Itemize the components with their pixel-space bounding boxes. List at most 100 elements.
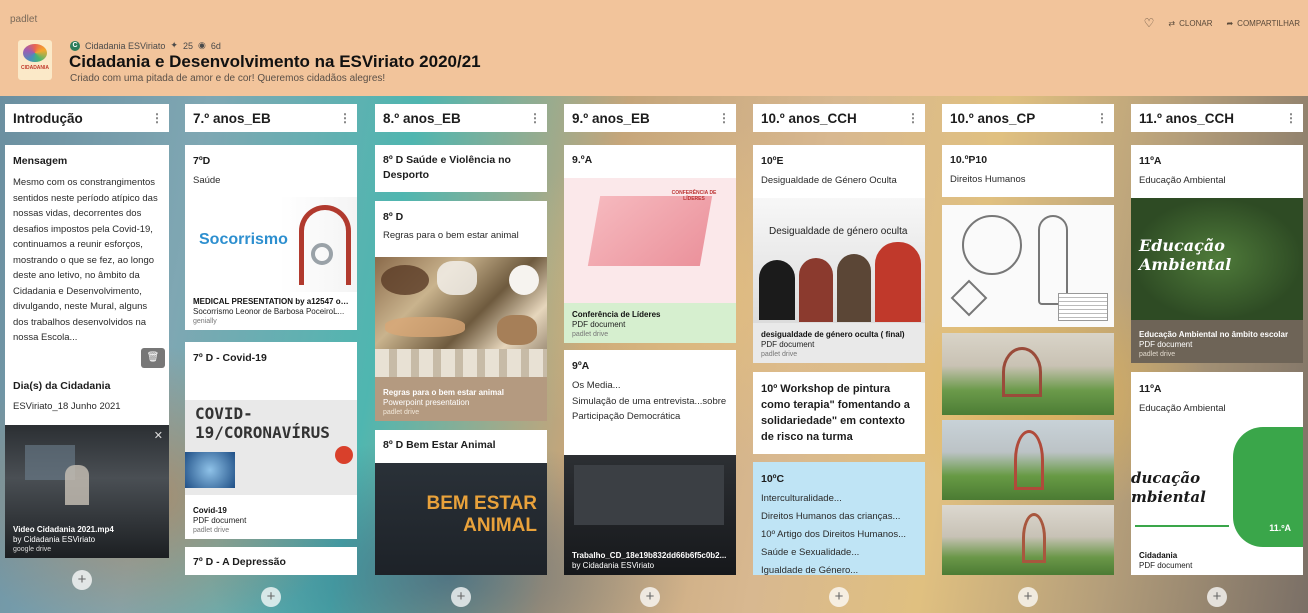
post-body-line: Saúde e Sexualidade... <box>761 547 860 558</box>
post-card[interactable]: 11ºA Educação Ambiental Educação Ambient… <box>1131 145 1303 363</box>
add-post-button[interactable]: + <box>829 587 849 607</box>
logo-swirl-icon <box>23 44 47 62</box>
add-post-button[interactable]: + <box>451 587 471 607</box>
more-options-icon[interactable]: ⋮ <box>339 111 351 125</box>
pdf-thumbnail[interactable]: Educação Ambiental <box>1131 198 1303 320</box>
animals-collage-thumbnail[interactable] <box>375 257 547 377</box>
post-card[interactable]: 10.ºP10 Direitos Humanos <box>942 145 1114 197</box>
column-10-anos-cp: 10.º anos_CP ⋮ <box>942 104 1114 132</box>
more-options-icon[interactable]: ⋮ <box>907 111 919 125</box>
post-body: Desigualdade de Género Oculta <box>761 175 897 186</box>
add-post-button[interactable]: + <box>261 587 281 607</box>
post-card[interactable]: Mensagem Mesmo com os constrangimentos s… <box>5 145 169 370</box>
column-8-anos: 8.º anos_EB ⋮ <box>375 104 547 132</box>
column-11-anos-cch: 11.º anos_CCH ⋮ <box>1131 104 1303 132</box>
post-card[interactable]: 11ºA Educação Ambiental ducação mbiental… <box>1131 372 1303 575</box>
post-title: 10ºE <box>761 155 784 167</box>
post-card[interactable]: 10ºC Interculturalidade... Direitos Huma… <box>753 462 925 575</box>
padlet-brand[interactable]: padlet <box>10 14 37 25</box>
post-card[interactable]: 9ºA Os Media... Simulação de uma entrevi… <box>564 350 736 575</box>
column-title: 7.º anos_EB <box>193 110 271 126</box>
thumbnail-title: Socorrismo <box>199 231 288 248</box>
padlet-header: padlet CIDADANIA C Cidadania ESViriato ✦… <box>0 0 1308 96</box>
post-title: Dia(s) da Cidadania <box>13 380 111 392</box>
post-title: 7º D - A Depressão <box>193 556 286 568</box>
close-icon[interactable]: ✕ <box>154 429 163 442</box>
post-card[interactable]: 8º D Bem Estar Animal BEM ESTAR ANIMAL <box>375 430 547 575</box>
logo-text: CIDADANIA <box>20 65 50 71</box>
post-card[interactable]: 7ºD Saúde Socorrismo MEDICAL PRESENTATIO… <box>185 145 357 330</box>
post-title: 10.ºP10 <box>950 154 988 166</box>
presentation-thumbnail[interactable]: BEM ESTAR ANIMAL <box>375 463 547 575</box>
add-post-button[interactable]: + <box>1018 587 1038 607</box>
more-options-icon[interactable]: ⋮ <box>529 111 541 125</box>
star-icon: ✦ <box>170 40 178 50</box>
post-title: 7º D - Covid-19 <box>193 352 267 364</box>
attachment-type: by Cidadania ESViriato <box>13 535 96 544</box>
attachment-name: Video Cidadania 2021.mp4 <box>13 525 114 534</box>
column-title: 10.º anos_CP <box>950 110 1036 126</box>
add-post-button[interactable]: + <box>1207 587 1227 607</box>
attachment-info: Video Cidadania 2021.mp4 by Cidadania ES… <box>5 522 169 558</box>
thumbnail-title: ducação mbiental <box>1131 469 1206 506</box>
more-options-icon[interactable]: ⋮ <box>1096 111 1108 125</box>
pdf-thumbnail[interactable]: Desigualdade de género oculta <box>753 198 925 323</box>
attachment-info: MEDICAL PRESENTATION by a12547 on... Soc… <box>185 294 357 330</box>
post-title: 9.ºA <box>572 154 593 166</box>
post-body: ESViriato_18 Junho 2021 <box>13 401 121 412</box>
attachment-info: Regras para o bem estar animal Powerpoin… <box>375 385 547 421</box>
sculpture-photo[interactable] <box>942 420 1114 500</box>
sculpture-photo[interactable] <box>942 333 1114 415</box>
attachment-source: genially <box>193 318 217 325</box>
attachment-name: Trabalho_CD_18e19b832dd66b6f5c0b2... <box>572 551 727 560</box>
column-header: 8.º anos_EB ⋮ <box>375 104 547 132</box>
header-actions: ♡ ⇄ CLONAR ➦ COMPARTILHAR <box>1144 16 1300 30</box>
thumbnail-title: BEM ESTAR ANIMAL <box>426 493 537 536</box>
post-card[interactable]: 7º D - Covid-19 COVID-19/CORONAVÍRUS Cov… <box>185 342 357 539</box>
attachment-info: Educação Ambiental no âmbito escolar PDF… <box>1131 327 1303 363</box>
trash-icon[interactable]: 🗑 <box>141 348 165 368</box>
heart-icon[interactable]: ♡ <box>1144 16 1155 30</box>
padlet-meta: C Cidadania ESViriato ✦ 25 ◉ 6d <box>70 40 221 51</box>
post-title: 10º Workshop de pintura como terapia" fo… <box>761 383 910 443</box>
post-card[interactable]: 7º D - A Depressão <box>185 547 357 575</box>
post-card[interactable]: 8º D Saúde e Violência no Desporto <box>375 145 547 192</box>
post-card[interactable]: 10ºE Desigualdade de Género Oculta Desig… <box>753 145 925 363</box>
pdf-thumbnail[interactable]: ducação mbiental 11.ºA <box>1131 427 1303 547</box>
author-avatar[interactable]: C <box>70 40 80 51</box>
pdf-thumbnail[interactable]: COVID-19/CORONAVÍRUS <box>185 400 357 495</box>
drawing-image[interactable] <box>942 205 1114 327</box>
attachment-info: Trabalho_CD_18e19b832dd66b6f5c0b2... by … <box>564 548 736 575</box>
column-title: 8.º anos_EB <box>383 110 461 126</box>
presentation-thumbnail[interactable]: Socorrismo <box>185 197 357 292</box>
more-options-icon[interactable]: ⋮ <box>1285 111 1297 125</box>
author-name[interactable]: Cidadania ESViriato <box>85 41 165 51</box>
add-post-button[interactable]: + <box>640 587 660 607</box>
column-header: 9.º anos_EB ⋮ <box>564 104 736 132</box>
attachment-type: Socorrismo Leonor de Barbosa PoceiroL... <box>193 307 345 316</box>
post-title: Mensagem <box>13 155 68 167</box>
post-body: Educação Ambiental <box>1139 175 1226 186</box>
more-options-icon[interactable]: ⋮ <box>151 111 163 125</box>
post-card[interactable]: 9.ºA CONFERÊNCIA DE LÍDERES Conferência … <box>564 145 736 343</box>
add-post-button[interactable]: + <box>72 570 92 590</box>
thumbnail-title: COVID-19/CORONAVÍRUS <box>195 404 330 442</box>
more-options-icon[interactable]: ⋮ <box>718 111 730 125</box>
attachment-type: PDF document <box>761 340 815 349</box>
sculpture-photo[interactable] <box>942 505 1114 575</box>
column-title: Introdução <box>13 110 83 126</box>
column-introducao: Introdução ⋮ <box>5 104 169 132</box>
column-header: 7.º anos_EB ⋮ <box>185 104 357 132</box>
pdf-thumbnail[interactable]: CONFERÊNCIA DE LÍDERES <box>564 178 736 303</box>
likes-count: 25 <box>182 40 193 51</box>
attachment-source: padlet drive <box>1139 351 1176 358</box>
post-body-line: Interculturalidade... <box>761 493 842 504</box>
share-button[interactable]: ➦ COMPARTILHAR <box>1226 19 1300 28</box>
post-card[interactable]: 10º Workshop de pintura como terapia" fo… <box>753 372 925 454</box>
attachment-type: PDF document <box>572 320 626 329</box>
post-card[interactable]: Dia(s) da Cidadania ESViriato_18 Junho 2… <box>5 370 169 558</box>
column-header: 10.º anos_CCH ⋮ <box>753 104 925 132</box>
clone-button[interactable]: ⇄ CLONAR <box>1168 19 1212 28</box>
post-body: Os Media... Simulação de uma entrevista.… <box>564 374 736 425</box>
post-card[interactable]: 8º D Regras para o bem estar animal Regr… <box>375 201 547 421</box>
